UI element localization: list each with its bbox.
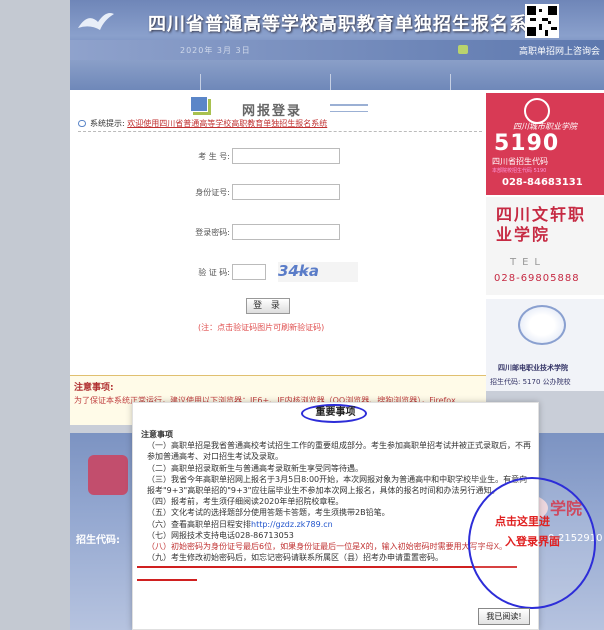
- header-date: 2020年 3月 3日: [180, 46, 251, 55]
- read-confirm-button[interactable]: 我已阅读!: [478, 608, 530, 625]
- password-row: 登录密码:: [170, 224, 390, 240]
- ad-sidebar: 四川城市职业学院 5190 四川省招生代码 本部院校招生代码 5190 028-…: [486, 93, 604, 433]
- ad1-code: 四川省招生代码: [492, 157, 548, 166]
- captcha-image[interactable]: 34k̶a: [278, 262, 358, 282]
- notice-item: （一）高职单招是我省普通高校考试招生工作的重要组成部分。考生参加高职单招考试并被…: [147, 441, 531, 462]
- captcha-input[interactable]: [232, 264, 266, 280]
- nav-divider: [450, 74, 451, 90]
- exam-number-label: 考 生 号:: [198, 152, 230, 161]
- schedule-link[interactable]: http://gzdz.zk789.cn: [251, 520, 333, 529]
- system-tip: 系统提示: 欢迎使用四川省普通高等学校高职教育单独招生报名系统: [78, 118, 482, 132]
- ad2-name: 四川文轩职业学院: [496, 205, 587, 244]
- password-label: 登录密码:: [195, 228, 230, 237]
- id-number-row: 身份证号:: [170, 184, 390, 200]
- red-underline: [137, 579, 197, 581]
- ad3-name: 四川邮电职业技术学院: [498, 364, 568, 372]
- ad-chengshi[interactable]: 四川城市职业学院 5190 四川省招生代码 本部院校招生代码 5190 028-…: [486, 93, 604, 195]
- speech-bubble-icon: [78, 120, 86, 127]
- modal-section-head: 注意事项: [141, 430, 173, 439]
- captcha-text: 34k̶a: [278, 262, 319, 280]
- notice-item: （四）报考前，考生须仔细阅读2020年单招院校章程。: [147, 497, 344, 507]
- modal-title: 重要事项: [315, 407, 356, 418]
- modal-title-bar: 重要事项: [133, 403, 538, 425]
- ad3-code: 招生代码: 5170 公办院校: [490, 378, 571, 386]
- exam-number-input[interactable]: [232, 148, 340, 164]
- bird-logo-icon: [78, 13, 114, 30]
- college-logo-icon: [518, 305, 566, 345]
- notice-heading: 注意事项:: [74, 383, 114, 393]
- nav-divider: [330, 74, 331, 90]
- notice-item-text: （六）查看高职单招日程安排: [147, 519, 251, 529]
- id-number-input[interactable]: [232, 184, 340, 200]
- top-nav-bar: [70, 60, 604, 90]
- chat-icon: [458, 45, 468, 54]
- captcha-refresh-note: (注：点击验证码图片可刷新验证码): [198, 323, 325, 332]
- login-heading: 网报登录: [190, 96, 440, 119]
- ad1-tel: 028-84683131: [502, 177, 583, 188]
- annotation-line: 点击这里进: [495, 515, 550, 528]
- exam-number-row: 考 生 号:: [170, 148, 390, 164]
- nav-divider: [200, 74, 201, 90]
- consult-link[interactable]: 高职单招网上咨询会: [519, 44, 600, 57]
- notice-item: （二）高职单招录取新生与普通高考录取新生享受同等待遇。: [147, 463, 363, 473]
- system-tip-label: 系统提示:: [90, 119, 125, 128]
- annotation-text: 点击这里进 入登录界面: [495, 512, 585, 552]
- qr-code-icon: [525, 4, 559, 38]
- notice-item: （三）我省今年高职单招网上报名于3月5日8:00开始，本次网报对象为普通高中和中…: [147, 474, 528, 496]
- id-number-label: 身份证号:: [195, 188, 230, 197]
- ad2-tel: 028-69805888: [494, 273, 580, 284]
- annotation-line: 入登录界面: [505, 535, 560, 548]
- bottom-code-label: 招生代码:: [76, 535, 120, 546]
- ad1-small: 本部院校招生代码 5190: [492, 168, 547, 174]
- ad-youdian[interactable]: 四川邮电职业技术学院 招生代码: 5170 公办院校: [486, 299, 604, 391]
- ad2-tel-label: TEL: [510, 257, 546, 268]
- red-underline: [137, 566, 517, 568]
- site-title: 四川省普通高等学校高职教育单独招生报名系统: [148, 14, 547, 35]
- system-tip-link[interactable]: 欢迎使用四川省普通高等学校高职教育单独招生报名系统: [127, 119, 327, 128]
- password-input[interactable]: [232, 224, 340, 240]
- login-button[interactable]: 登 录: [246, 298, 290, 314]
- captcha-label: 验 证 码:: [198, 268, 230, 277]
- login-icon: [190, 96, 208, 112]
- college-badge-icon: [88, 455, 128, 495]
- login-title: 网报登录: [242, 104, 303, 119]
- site-header: 四川省普通高等学校高职教育单独招生报名系统 2020年 3月 3日 高职单招网上…: [70, 0, 604, 60]
- ad-wenxuan[interactable]: 四川文轩职业学院 TEL 028-69805888: [486, 197, 604, 295]
- left-background: [0, 0, 70, 630]
- decorative-lines: [330, 104, 368, 112]
- ad1-number: 5190: [494, 131, 560, 156]
